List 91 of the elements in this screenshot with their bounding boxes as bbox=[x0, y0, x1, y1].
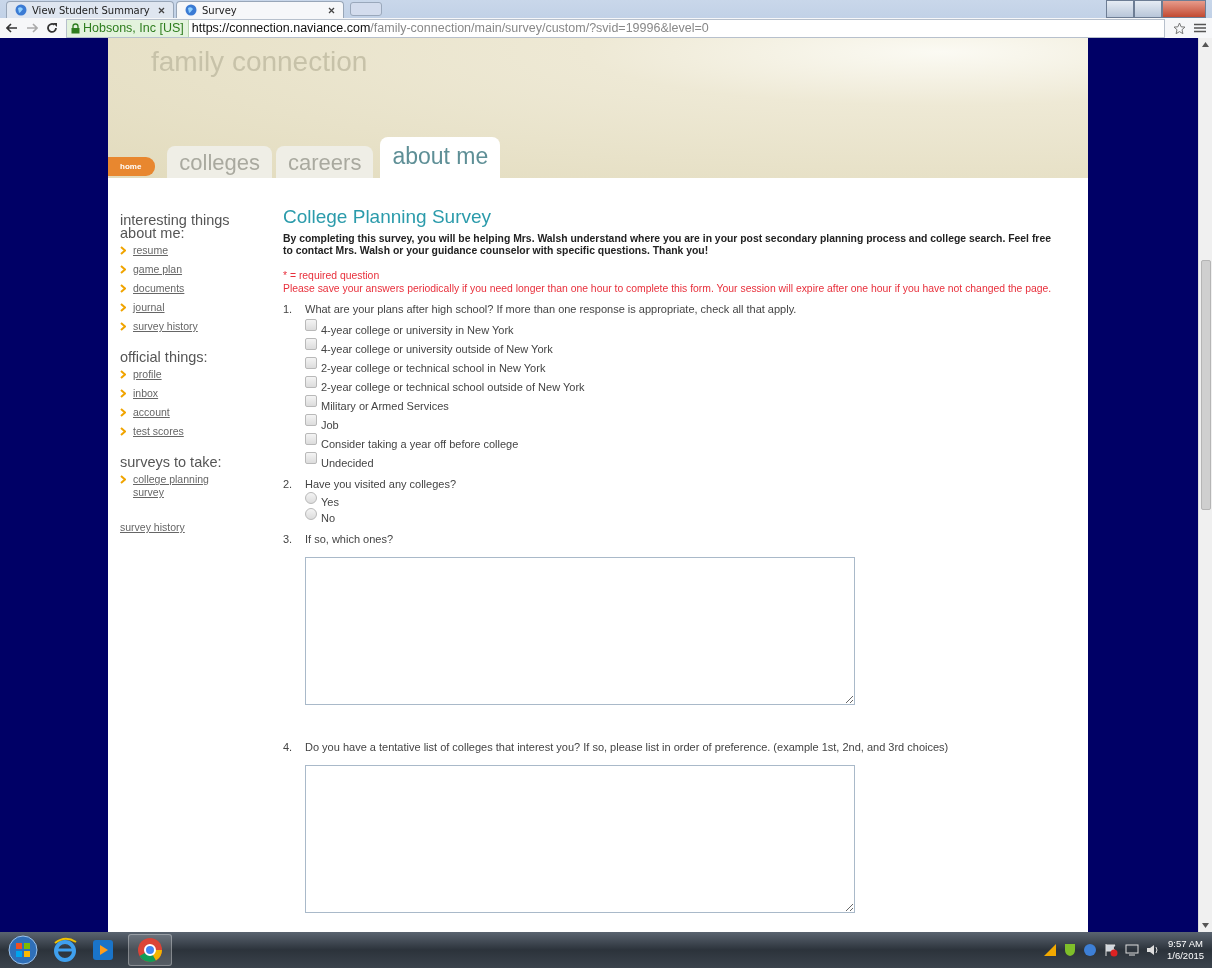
checkbox[interactable] bbox=[305, 376, 317, 388]
maximize-button[interactable] bbox=[1134, 0, 1162, 18]
menu-icon[interactable] bbox=[1194, 23, 1206, 33]
close-icon[interactable] bbox=[328, 6, 335, 14]
address-bar[interactable]: Hobsons, Inc [US] https://connection.naviance.com/family-connection/main/survey/custom/?svid=19996&level=0 bbox=[66, 18, 1165, 38]
question-number: 2. bbox=[283, 478, 294, 492]
new-tab-button[interactable] bbox=[350, 2, 382, 16]
chevron-icon bbox=[120, 284, 126, 293]
sidebar-link[interactable]: journal bbox=[133, 301, 165, 314]
chevron-icon bbox=[120, 265, 126, 274]
option-label: Undecided bbox=[321, 457, 374, 470]
media-player-icon[interactable] bbox=[92, 939, 114, 961]
clock-time[interactable]: 9:57 AM bbox=[1167, 938, 1204, 950]
required-note: * = required question bbox=[283, 269, 381, 282]
option-label: 4-year college or university outside of New York bbox=[321, 343, 553, 356]
network-icon[interactable] bbox=[1125, 944, 1139, 956]
browser-tab[interactable]: Survey bbox=[176, 1, 344, 18]
option-label: Job bbox=[321, 419, 339, 432]
globe-icon bbox=[15, 4, 27, 16]
sidebar-link[interactable]: resume bbox=[133, 244, 168, 257]
sidebar-link[interactable]: documents bbox=[133, 282, 185, 295]
question-number: 1. bbox=[283, 303, 294, 317]
option-label: 2-year college or technical school outside of New York bbox=[321, 381, 585, 394]
nav-tab[interactable]: about me bbox=[380, 137, 501, 178]
option-label: Consider taking a year off before college bbox=[321, 438, 519, 451]
question-text: If so, which ones? bbox=[305, 533, 395, 545]
back-icon[interactable] bbox=[6, 23, 18, 33]
reload-icon[interactable] bbox=[46, 22, 58, 34]
sidebar-link[interactable]: college planning survey bbox=[133, 473, 223, 499]
checkbox[interactable] bbox=[305, 452, 317, 464]
sidebar-link[interactable]: game plan bbox=[133, 263, 183, 276]
browser-tab[interactable]: View Student Summary bbox=[6, 1, 174, 18]
chevron-icon bbox=[120, 389, 126, 398]
question-number: 3. bbox=[283, 533, 294, 547]
chevron-icon bbox=[120, 427, 126, 436]
checkbox[interactable] bbox=[305, 433, 317, 445]
scroll-down-icon[interactable] bbox=[1202, 923, 1209, 928]
chevron-icon bbox=[120, 408, 126, 417]
chevron-icon bbox=[120, 246, 126, 255]
radio-button[interactable] bbox=[305, 508, 317, 520]
chevron-icon bbox=[120, 303, 126, 312]
lock-icon bbox=[71, 22, 80, 34]
option-label: No bbox=[321, 512, 336, 525]
checkbox[interactable] bbox=[305, 395, 317, 407]
option-label: 2-year college or technical school in New York bbox=[321, 362, 546, 375]
chevron-icon bbox=[120, 322, 126, 331]
question-text: What are your plans after high school? If more than one response is appropriate, check all that apply. bbox=[305, 303, 798, 315]
sidebar-heading: official things: bbox=[120, 351, 209, 364]
checkbox[interactable] bbox=[305, 414, 317, 426]
sidebar-link[interactable]: survey history bbox=[120, 521, 185, 534]
site-identity: Hobsons, Inc [US] bbox=[83, 21, 184, 35]
scroll-thumb[interactable] bbox=[1200, 260, 1211, 510]
question-number: 4. bbox=[283, 741, 294, 755]
flag-icon[interactable] bbox=[1104, 943, 1118, 957]
session-warning: Please save your answers periodically if you need longer than one hour to complete this form. Your session will expire after one hour if you have not changed the page. bbox=[283, 282, 1053, 295]
star-icon[interactable] bbox=[1173, 21, 1186, 35]
volume-icon[interactable] bbox=[1146, 944, 1160, 956]
url-path: /family-connection/main/survey/custom/?svid=19996&level=0 bbox=[370, 21, 709, 35]
sidebar-link[interactable]: profile bbox=[133, 368, 162, 381]
sidebar-link[interactable]: account bbox=[133, 406, 170, 419]
checkbox[interactable] bbox=[305, 357, 317, 369]
survey-intro: By completing this survey, you will be helping Mrs. Walsh understand where you are in your post secondary planning process and college search. Feel free to contact Mrs. Walsh or your guidance counselor with specific questions. Thank you! bbox=[283, 233, 1052, 257]
scroll-up-icon[interactable] bbox=[1202, 42, 1209, 47]
browser-icon[interactable] bbox=[52, 937, 78, 963]
sidebar-heading: interesting things about me: bbox=[120, 214, 231, 240]
close-icon[interactable] bbox=[158, 6, 165, 14]
forward-icon[interactable] bbox=[26, 23, 38, 33]
chrome-icon[interactable] bbox=[137, 937, 163, 963]
question-text: Do you have a tentative list of colleges that interest you? If so, please list in order of preference. (example 1st, 2nd, and 3rd choices) bbox=[305, 741, 950, 753]
minimize-button[interactable] bbox=[1106, 0, 1134, 18]
checkbox[interactable] bbox=[305, 319, 317, 331]
chevron-icon bbox=[120, 475, 126, 484]
radio-button[interactable] bbox=[305, 492, 317, 504]
sidebar-heading: surveys to take: bbox=[120, 456, 223, 469]
checkbox[interactable] bbox=[305, 338, 317, 350]
url-host: https://connection.naviance.com bbox=[191, 21, 371, 35]
sidebar-link[interactable]: test scores bbox=[133, 425, 184, 438]
sidebar-link[interactable]: survey history bbox=[133, 320, 198, 333]
survey-title: College Planning Survey bbox=[283, 206, 493, 228]
clock-date[interactable]: 1/6/2015 bbox=[1167, 950, 1204, 962]
option-label: 4-year college or university in New York bbox=[321, 324, 514, 337]
scrollbar[interactable] bbox=[1198, 38, 1212, 932]
option-label: Yes bbox=[321, 496, 339, 509]
sidebar-link[interactable]: inbox bbox=[133, 387, 159, 400]
chevron-icon bbox=[120, 370, 126, 379]
start-icon[interactable] bbox=[8, 935, 38, 965]
globe-icon bbox=[185, 4, 197, 16]
question-text: Have you visited any colleges? bbox=[305, 478, 458, 490]
close-button[interactable] bbox=[1162, 0, 1206, 18]
option-label: Military or Armed Services bbox=[321, 400, 449, 413]
shield-icon[interactable] bbox=[1064, 943, 1076, 957]
